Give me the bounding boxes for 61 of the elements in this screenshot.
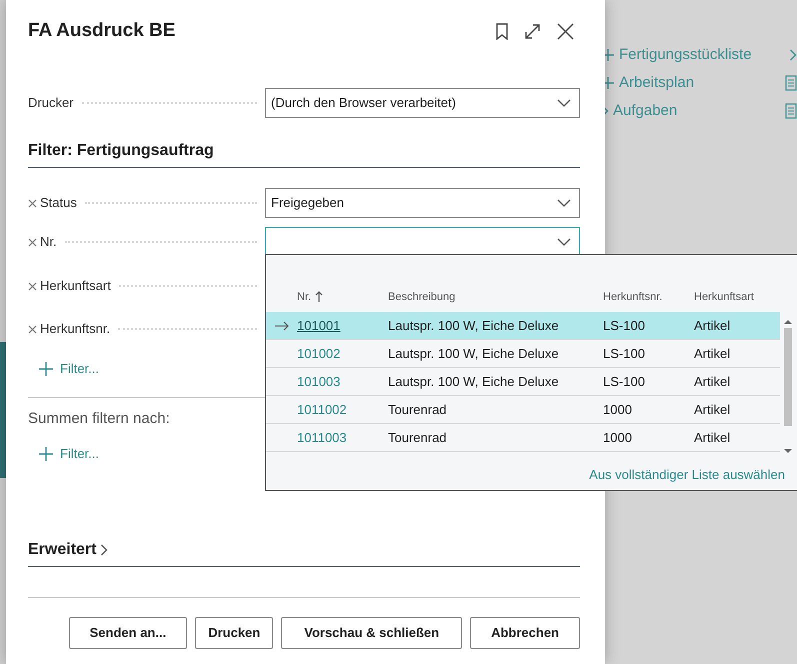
chevron-down-icon [557, 199, 571, 207]
section-heading: Summen filtern nach: [28, 408, 170, 429]
section-heading[interactable]: Erweitert [28, 538, 96, 562]
expand-icon [524, 22, 541, 40]
add-filter-link[interactable]: Filter... [38, 359, 100, 378]
field-label: Herkunftsart [40, 277, 111, 296]
printer-select[interactable]: (Durch den Browser verarbeitet) [265, 88, 580, 118]
field-label: Status [40, 194, 77, 212]
bookmark-icon [496, 22, 508, 40]
field-label: Drucker [28, 94, 74, 112]
print-button[interactable]: Drucken [195, 617, 274, 649]
dialog-title: FA Ausdruck BE [28, 18, 176, 43]
add-filter-link[interactable]: Filter... [38, 444, 100, 464]
list-row[interactable]: 1011002 Tourenrad 1000 Artikel [266, 396, 780, 424]
table-cell-text: Artikel [694, 344, 732, 363]
remove-filter-icon [28, 324, 37, 334]
chevron-down-icon [557, 238, 571, 246]
column-header[interactable]: Beschreibung [388, 288, 456, 306]
section-heading: Filter: Fertigungsauftrag [28, 139, 580, 168]
column-header[interactable]: Nr. [297, 288, 312, 306]
table-cell-text: 1000 [603, 428, 633, 447]
table-cell-text: Artikel [694, 400, 732, 419]
column-header[interactable]: Herkunftsart [694, 288, 754, 306]
table-cell-text: Tourenrad [388, 400, 448, 419]
list-row[interactable]: 1011003 Tourenrad 1000 Artikel [266, 424, 780, 452]
cancel-button[interactable]: Abbrechen [470, 617, 580, 649]
preview-button[interactable]: Vorschau & schließen [281, 617, 462, 649]
table-cell-text: Tourenrad [388, 428, 448, 447]
remove-filter-icon [28, 238, 37, 246]
close-icon [557, 22, 574, 40]
item-number-link[interactable]: 101002 [297, 344, 388, 364]
list-row[interactable]: 101003 Lautspr. 100 W, Eiche Deluxe LS-100 Artikel [266, 368, 780, 396]
plus-icon [38, 360, 54, 377]
list-row[interactable]: 101002 Lautspr. 100 W, Eiche Deluxe LS-100 Artikel [266, 340, 780, 368]
send-to-button[interactable]: Senden an... [68, 617, 188, 649]
table-cell-text: Artikel [694, 428, 732, 447]
remove-filter-icon [28, 282, 37, 290]
plus-icon [38, 446, 54, 462]
item-number-link[interactable]: 1011002 [297, 400, 388, 420]
field-label: Nr. [40, 233, 57, 252]
table-cell-text: Lautspr. 100 W, Eiche Deluxe [388, 344, 560, 363]
list-row[interactable]: 101001 Lautspr. 100 W, Eiche Deluxe LS-100 Artikel [266, 312, 780, 340]
item-number-link[interactable]: 1011003 [297, 428, 388, 448]
item-number-link[interactable]: 101001 [297, 316, 388, 336]
filter-select[interactable]: Freigegeben [265, 188, 580, 218]
field-label: Herkunftsnr. [40, 320, 110, 338]
chevron-down-icon [557, 99, 571, 107]
table-cell-text: Artikel [694, 372, 732, 391]
select-from-full-list-link[interactable]: Aus vollständiger Liste auswählen [589, 464, 785, 484]
table-cell-text: LS-100 [603, 344, 646, 363]
remove-filter-icon [28, 198, 37, 208]
table-cell-text: Artikel [694, 316, 732, 335]
arrow-right-icon [274, 320, 288, 330]
table-cell-text: Lautspr. 100 W, Eiche Deluxe [388, 316, 560, 335]
filter-select[interactable] [265, 227, 580, 257]
item-number-link[interactable]: 101003 [297, 372, 388, 392]
table-cell-text: LS-100 [603, 372, 646, 391]
column-header[interactable]: Herkunftsnr. [603, 288, 662, 306]
table-cell-text: 1000 [603, 400, 633, 419]
table-cell-text: LS-100 [603, 316, 646, 335]
table-cell-text: Lautspr. 100 W, Eiche Deluxe [388, 372, 560, 391]
